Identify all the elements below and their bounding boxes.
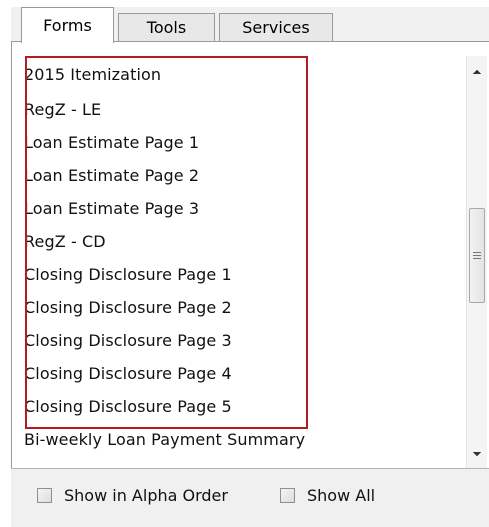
list-item[interactable]: Closing Disclosure Page 4 [24, 357, 305, 390]
list-item[interactable]: Closing Disclosure Page 5 [24, 390, 305, 423]
forms-list: 2015 Itemization RegZ - LE Loan Estimate… [24, 56, 305, 456]
alpha-order-option[interactable]: Show in Alpha Order [37, 484, 228, 506]
forms-panel: Forms Tools Services 2015 Itemization Re… [0, 0, 489, 527]
show-all-checkbox[interactable] [280, 487, 295, 503]
list-item[interactable]: Loan Estimate Page 3 [24, 192, 305, 225]
tab-tools[interactable]: Tools [118, 13, 215, 41]
alpha-order-checkbox[interactable] [37, 487, 52, 503]
list-item[interactable]: Bi-weekly Loan Payment Summary [24, 423, 305, 456]
alpha-order-label: Show in Alpha Order [64, 485, 228, 505]
tab-tools-label: Tools [146, 18, 187, 37]
scroll-down-button[interactable] [467, 444, 487, 464]
tab-services[interactable]: Services [219, 13, 333, 41]
tab-forms[interactable]: Forms [21, 7, 114, 43]
list-item[interactable]: RegZ - CD [24, 225, 305, 258]
vertical-scrollbar[interactable] [466, 56, 487, 468]
scroll-thumb[interactable] [469, 208, 485, 303]
show-all-label: Show All [307, 485, 376, 505]
chevron-up-icon [472, 69, 482, 75]
list-item[interactable]: RegZ - LE [24, 93, 305, 126]
list-item[interactable]: Closing Disclosure Page 2 [24, 291, 305, 324]
scroll-up-button[interactable] [467, 62, 487, 82]
list-item[interactable]: Closing Disclosure Page 1 [24, 258, 305, 291]
show-all-option[interactable]: Show All [280, 484, 375, 506]
tab-forms-label: Forms [43, 16, 92, 35]
list-item[interactable]: Loan Estimate Page 2 [24, 159, 305, 192]
grip-icon [473, 252, 481, 259]
chevron-down-icon [472, 451, 482, 457]
list-item[interactable]: Closing Disclosure Page 3 [24, 324, 305, 357]
list-item[interactable]: Loan Estimate Page 1 [24, 126, 305, 159]
tab-services-label: Services [242, 18, 310, 37]
list-item[interactable]: 2015 Itemization [24, 56, 305, 93]
